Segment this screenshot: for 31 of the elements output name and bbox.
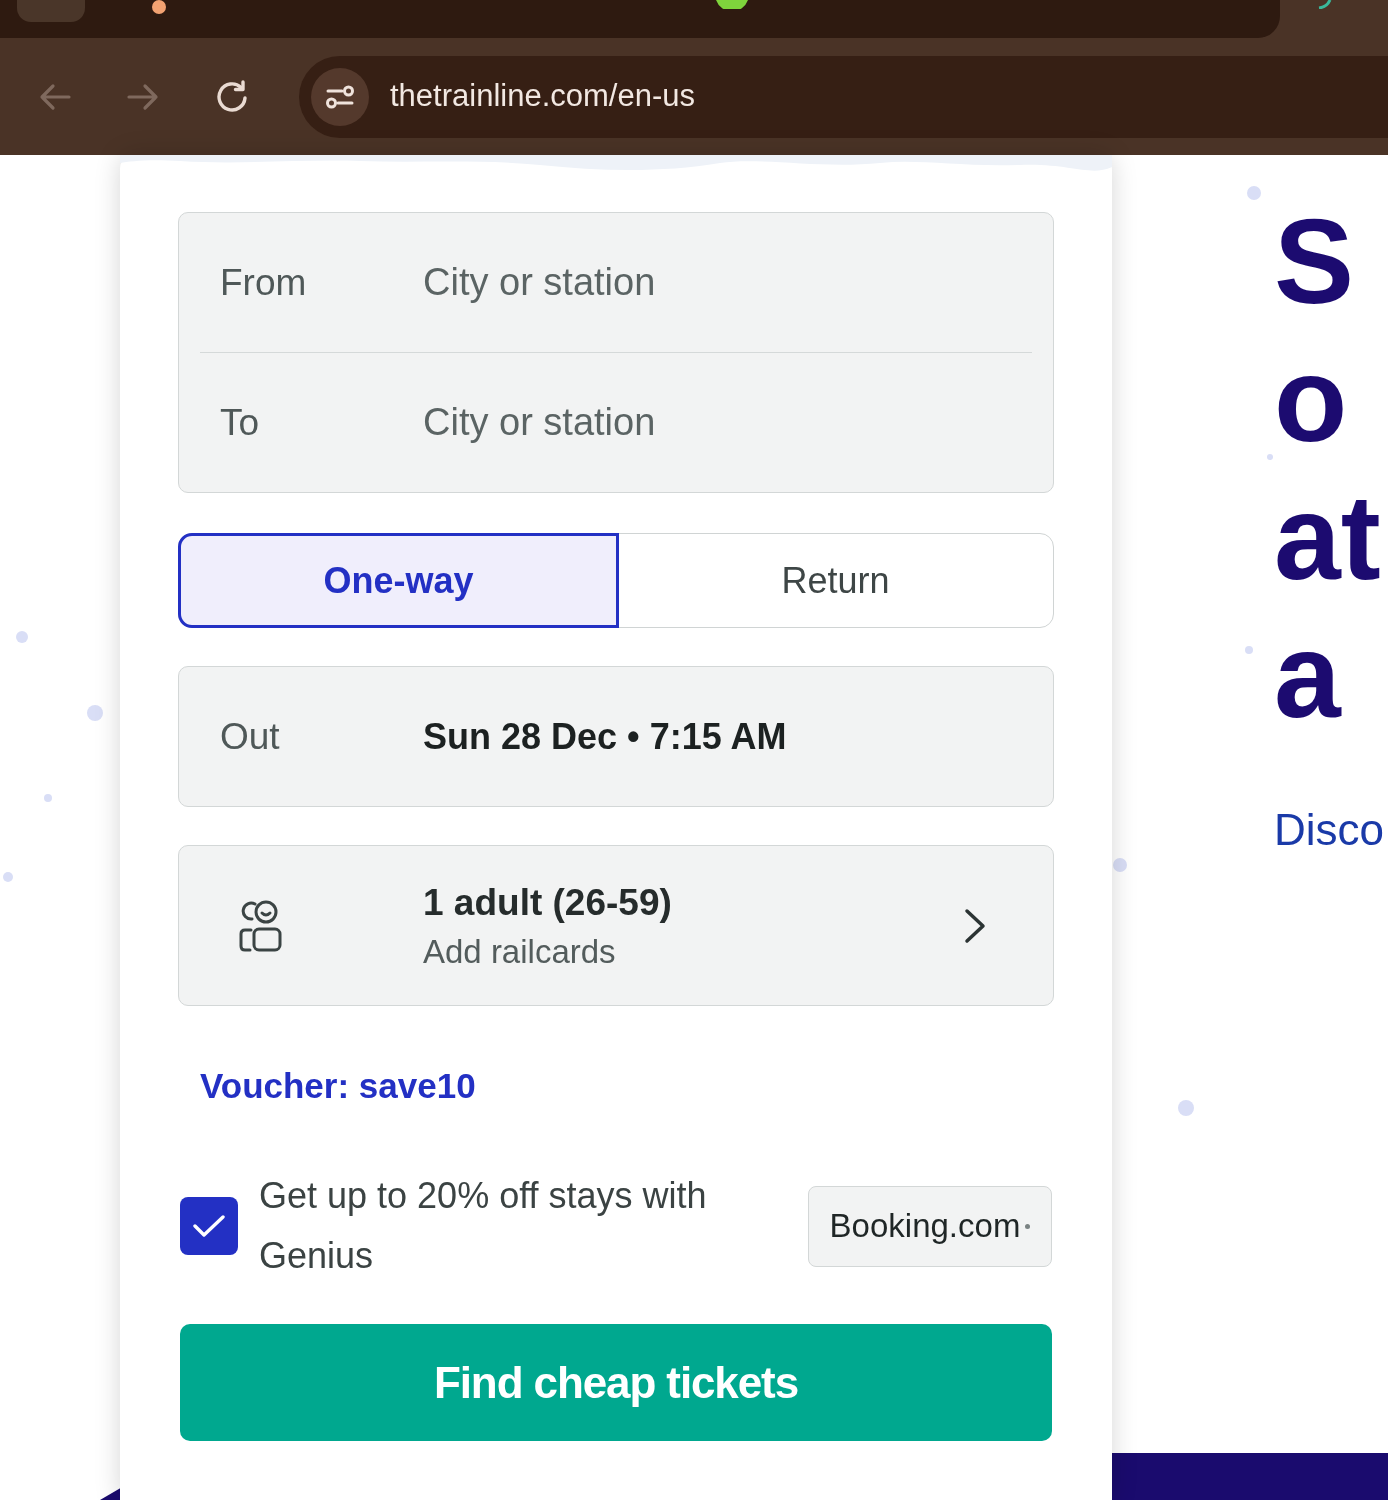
departure-field[interactable]: Out Sun 28 Dec • 7:15 AM xyxy=(178,666,1054,807)
passenger-icon xyxy=(238,898,282,953)
offer-text: Get up to 20% off stays with Genius xyxy=(259,1174,708,1278)
hero-link[interactable]: Disco xyxy=(1274,805,1388,855)
favicon-icon xyxy=(1318,0,1332,9)
station-input[interactable]: City or station xyxy=(423,392,1032,453)
reload-icon[interactable] xyxy=(216,80,249,113)
date-time-value: Sun 28 Dec • 7:15 AM xyxy=(423,714,787,759)
partner-name: Booking.com xyxy=(829,1206,1021,1247)
chevron-right-icon xyxy=(964,907,986,944)
headline-line: at xyxy=(1274,469,1382,606)
address-bar[interactable]: thetrainline.com/en-us xyxy=(299,55,1388,138)
check-icon xyxy=(193,1214,225,1238)
url-text[interactable]: thetrainline.com/en-us xyxy=(390,73,695,120)
trip-type-tab[interactable]: Return xyxy=(618,534,1053,627)
headline-line: a xyxy=(1274,607,1343,744)
genius-checkbox[interactable] xyxy=(180,1197,238,1255)
station-input[interactable]: City or station xyxy=(423,252,1032,313)
field-label: From xyxy=(220,260,308,305)
favicon-icon xyxy=(715,0,749,9)
field-label: Out xyxy=(220,714,281,759)
voucher-link[interactable]: Voucher: save10 xyxy=(200,1064,476,1108)
passenger-summary: 1 adult (26-59) xyxy=(423,880,672,925)
site-info-icon[interactable] xyxy=(311,67,369,126)
headline-line: S xyxy=(1274,193,1356,330)
passengers-field[interactable]: 1 adult (26-59) Add railcards xyxy=(178,845,1054,1006)
trip-type-tab[interactable]: One-way xyxy=(178,533,619,628)
favicon-icon xyxy=(152,0,166,14)
field-label: To xyxy=(220,400,261,445)
headline-line: o xyxy=(1274,331,1349,468)
railcards-hint: Add railcards xyxy=(423,931,617,972)
